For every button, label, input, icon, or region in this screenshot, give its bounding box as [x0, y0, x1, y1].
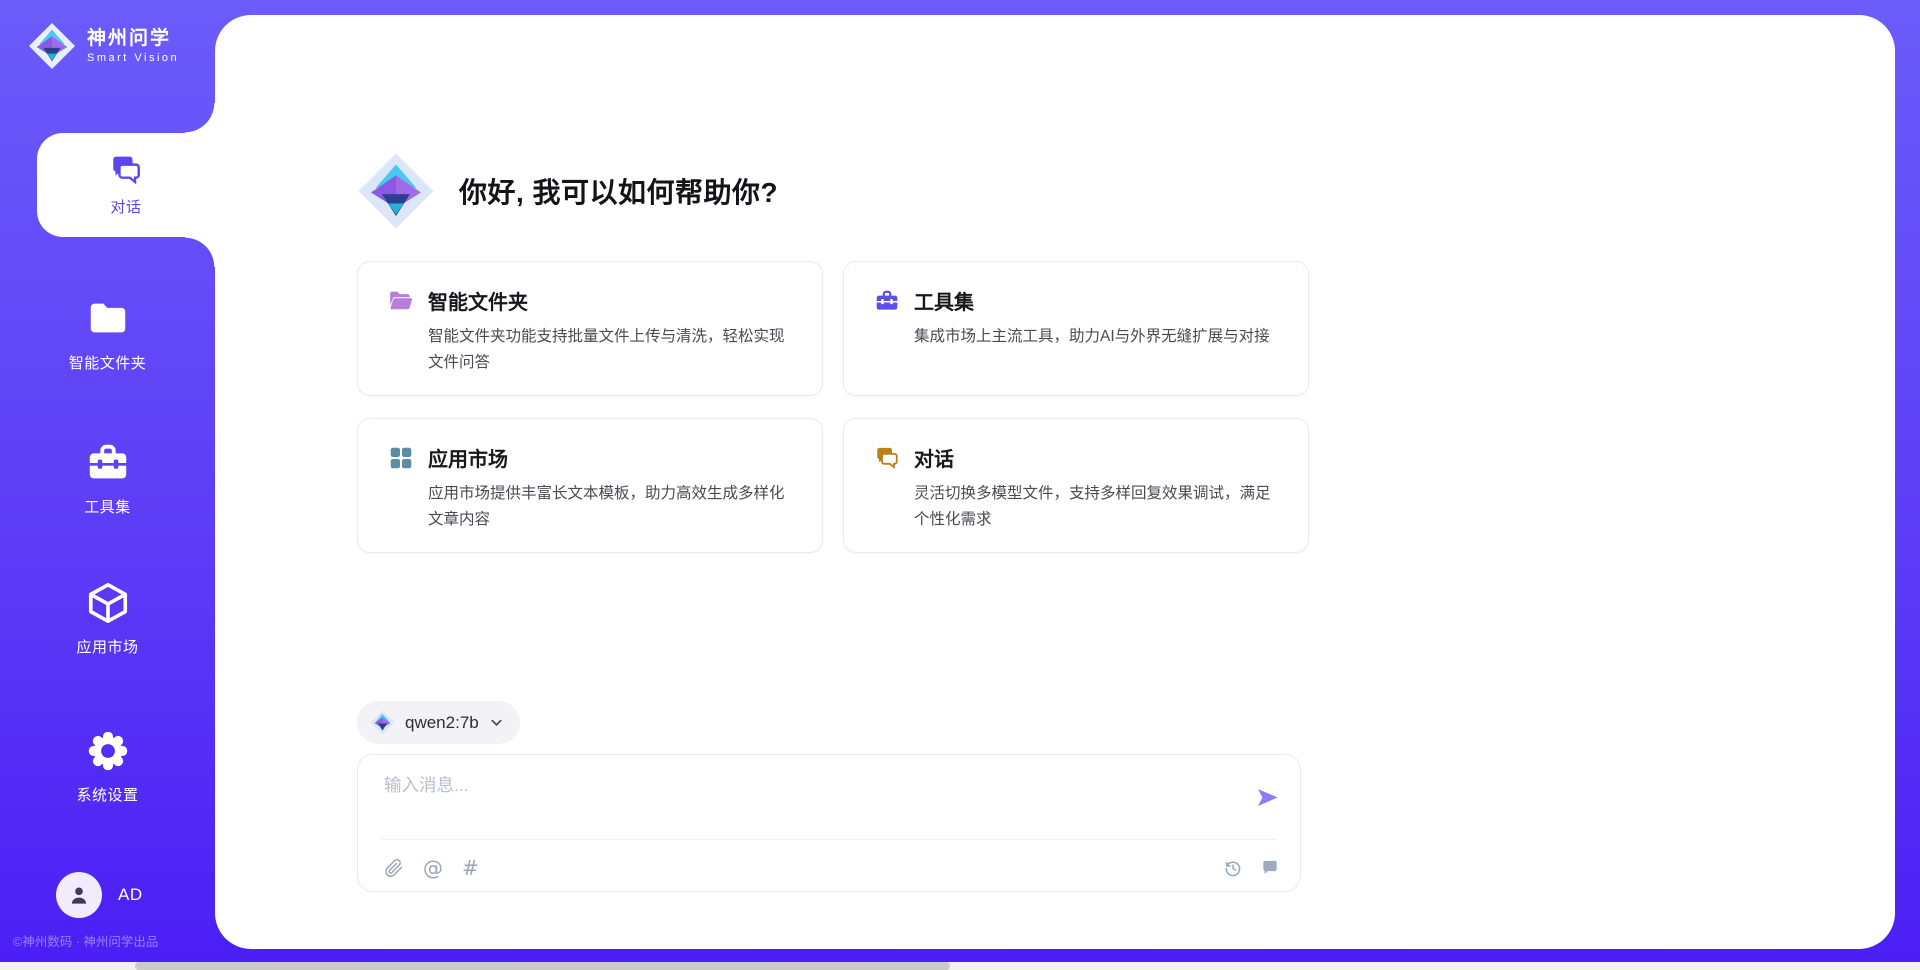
card-description: 灵活切换多模型文件，支持多样回复效果调试，满足个性化需求: [914, 481, 1282, 532]
brand-logo: 神州问学 Smart Vision: [28, 22, 179, 70]
card-title: 智能文件夹: [428, 286, 528, 315]
app-window: 神州问学 Smart Vision 对话 智能文件夹: [0, 0, 1920, 970]
card-title: 对话: [914, 443, 954, 472]
card-app-market[interactable]: 应用市场 应用市场提供丰富长文本模板，助力高效生成多样化文章内容: [357, 418, 823, 553]
hash-icon: #: [462, 856, 479, 880]
grid-icon: [388, 445, 414, 471]
sidebar-item-label: 应用市场: [76, 636, 138, 657]
brand-name: 神州问学: [87, 28, 179, 51]
user-initials: AD: [118, 885, 143, 905]
horizontal-scrollbar[interactable]: [0, 962, 1920, 970]
scrollbar-thumb[interactable]: [135, 962, 950, 970]
chat-bubble-icon: [1260, 858, 1280, 878]
sidebar-item-smart-folder[interactable]: 智能文件夹: [0, 296, 215, 373]
sidebar-item-label: 对话: [110, 196, 141, 217]
tab-fillet-top: [185, 103, 215, 133]
card-description: 应用市场提供丰富长文本模板，助力高效生成多样化文章内容: [428, 481, 796, 532]
paperclip-icon: [384, 858, 404, 878]
card-title: 工具集: [914, 286, 974, 315]
send-icon: [1254, 784, 1281, 811]
topic-button[interactable]: #: [462, 856, 479, 880]
sidebar-item-label: 工具集: [84, 496, 131, 517]
diamond-logo-icon: [357, 152, 435, 230]
person-icon: [66, 882, 92, 908]
sidebar-item-chat[interactable]: 对话: [37, 133, 215, 237]
sidebar-item-toolset[interactable]: 工具集: [0, 440, 215, 517]
card-smart-folder[interactable]: 智能文件夹 智能文件夹功能支持批量文件上传与清洗，轻松实现文件问答: [357, 261, 823, 396]
card-description: 智能文件夹功能支持批量文件上传与清洗，轻松实现文件问答: [428, 324, 796, 375]
composer-toolbar: @ #: [384, 852, 1280, 884]
composer-divider: [382, 839, 1276, 840]
gear-icon: [85, 728, 131, 774]
history-button[interactable]: [1223, 858, 1243, 878]
card-toolset[interactable]: 工具集 集成市场上主流工具，助力AI与外界无缝扩展与对接: [843, 261, 1309, 396]
cube-icon: [85, 580, 131, 626]
chat-icon: [874, 445, 900, 471]
sidebar-item-label: 系统设置: [76, 784, 138, 805]
toolbox-icon: [874, 288, 900, 314]
user-profile[interactable]: AD: [56, 872, 143, 918]
avatar: [56, 872, 102, 918]
message-input[interactable]: [384, 772, 1204, 828]
diamond-logo-icon: [28, 22, 76, 70]
chevron-down-icon: [489, 715, 504, 730]
folder-icon: [85, 296, 131, 342]
folder-open-icon: [388, 288, 414, 314]
message-composer: @ #: [357, 754, 1301, 892]
sidebar-item-settings[interactable]: 系统设置: [0, 728, 215, 805]
model-name: qwen2:7b: [405, 713, 479, 733]
card-title: 应用市场: [428, 443, 508, 472]
card-description: 集成市场上主流工具，助力AI与外界无缝扩展与对接: [914, 324, 1282, 350]
tab-fillet-bottom: [185, 237, 215, 267]
feature-cards: 智能文件夹 智能文件夹功能支持批量文件上传与清洗，轻松实现文件问答: [357, 261, 1309, 553]
history-icon: [1223, 858, 1243, 878]
card-chat[interactable]: 对话 灵活切换多模型文件，支持多样回复效果调试，满足个性化需求: [843, 418, 1309, 553]
sidebar-item-label: 智能文件夹: [69, 352, 147, 373]
send-button[interactable]: [1254, 784, 1281, 811]
toolbox-icon: [85, 440, 131, 486]
page-title: 你好, 我可以如何帮助你?: [459, 171, 778, 211]
attach-file-button[interactable]: [384, 858, 404, 878]
sidebar-item-app-market[interactable]: 应用市场: [0, 580, 215, 657]
brand-subtitle: Smart Vision: [87, 52, 179, 64]
copyright-text: ©神州数码 · 神州问学出品: [13, 931, 223, 950]
mention-button[interactable]: @: [423, 856, 443, 880]
model-selector[interactable]: qwen2:7b: [357, 701, 520, 744]
diamond-logo-icon: [370, 710, 395, 735]
new-chat-button[interactable]: [1260, 858, 1280, 878]
greeting-block: 你好, 我可以如何帮助你?: [357, 152, 778, 230]
chat-icon: [109, 153, 143, 187]
at-icon: @: [423, 856, 443, 880]
